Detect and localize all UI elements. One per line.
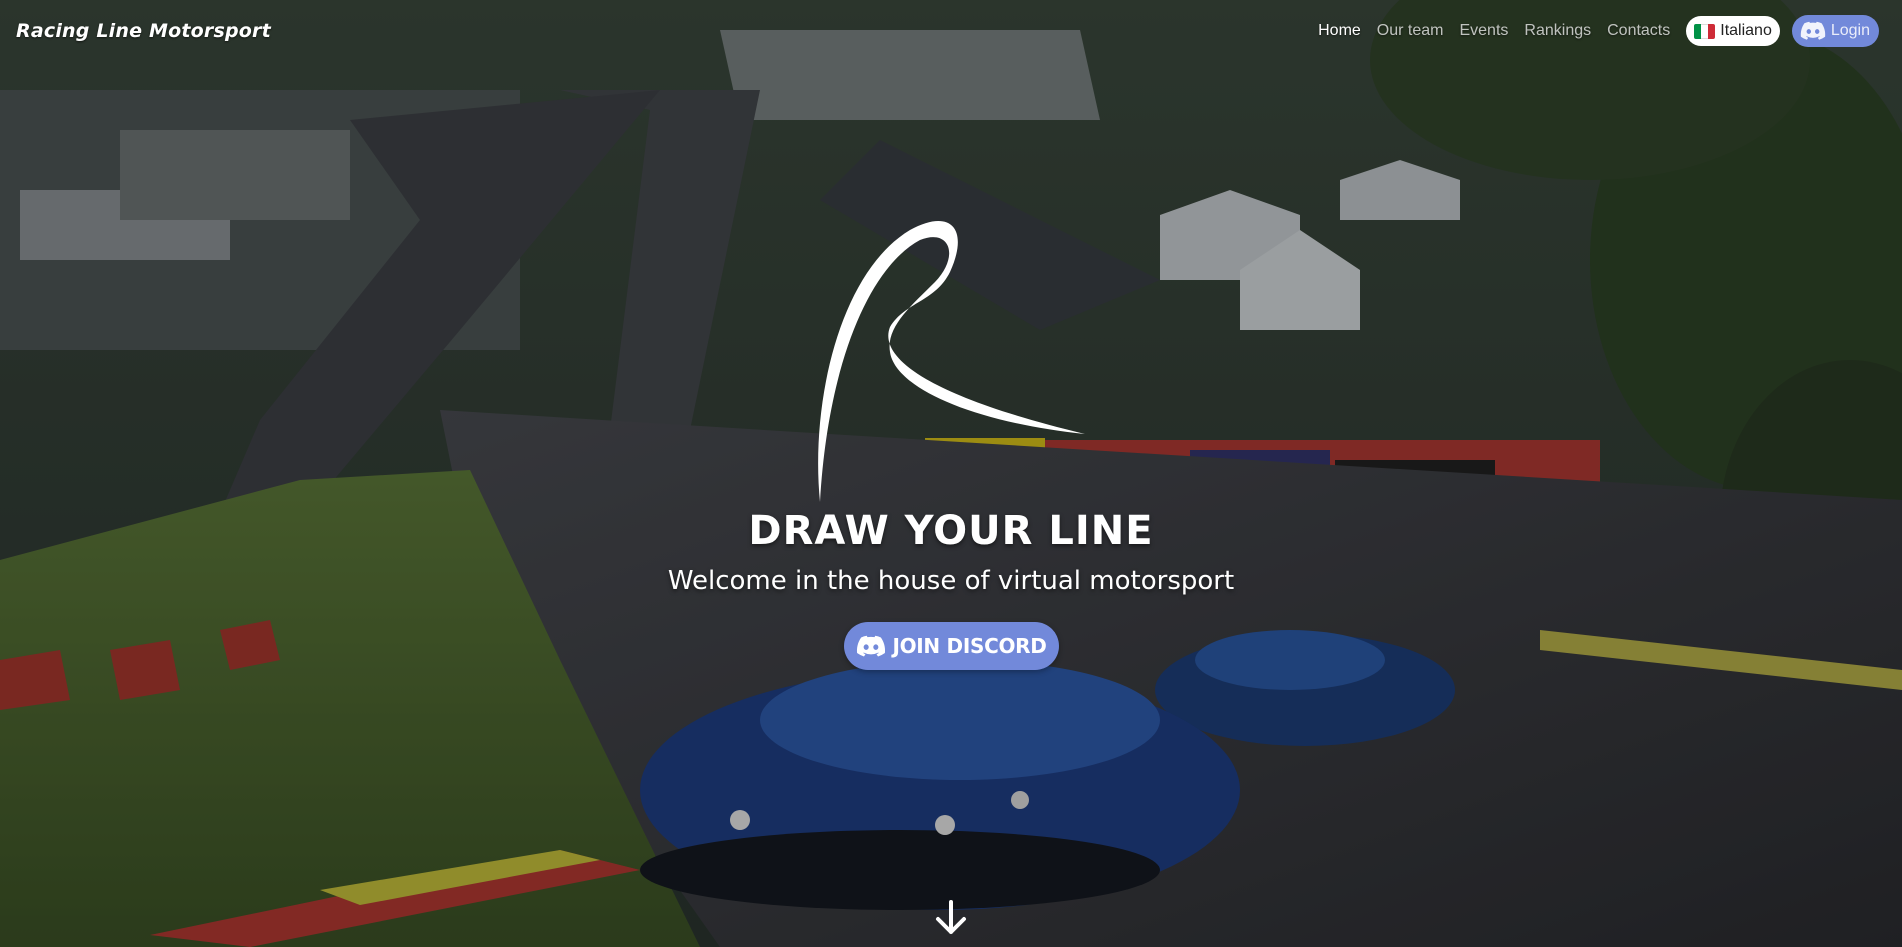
nav-link-rankings[interactable]: Rankings	[1524, 22, 1591, 40]
italy-flag-icon	[1694, 23, 1716, 39]
nav-link-home[interactable]: Home	[1318, 22, 1361, 40]
arrow-down-icon[interactable]	[934, 900, 968, 936]
language-label: Italiano	[1720, 22, 1772, 39]
hero-section: Racing Line Motorsport Home Our team Eve…	[0, 0, 1902, 947]
racing-line-logo-icon	[818, 221, 1085, 502]
login-label: Login	[1830, 22, 1870, 39]
join-discord-button[interactable]: JOIN DISCORD	[844, 622, 1059, 670]
brand-logo[interactable]: Racing Line Motorsport	[16, 20, 271, 42]
nav-link-contacts[interactable]: Contacts	[1607, 22, 1670, 40]
nav-menu: Home Our team Events Rankings Contacts I…	[1302, 15, 1879, 47]
hero-subheadline: Welcome in the house of virtual motorspo…	[667, 566, 1235, 596]
discord-icon	[1800, 21, 1826, 40]
language-selector-button[interactable]: Italiano	[1686, 16, 1780, 46]
join-discord-label: JOIN DISCORD	[892, 634, 1047, 658]
nav-link-our-team[interactable]: Our team	[1377, 22, 1444, 40]
discord-icon	[857, 635, 886, 657]
login-button[interactable]: Login	[1791, 15, 1879, 47]
top-navbar: Racing Line Motorsport Home Our team Eve…	[0, 0, 1902, 62]
nav-link-events[interactable]: Events	[1459, 22, 1508, 40]
hero-headline: DRAW YOUR LINE	[748, 508, 1154, 554]
